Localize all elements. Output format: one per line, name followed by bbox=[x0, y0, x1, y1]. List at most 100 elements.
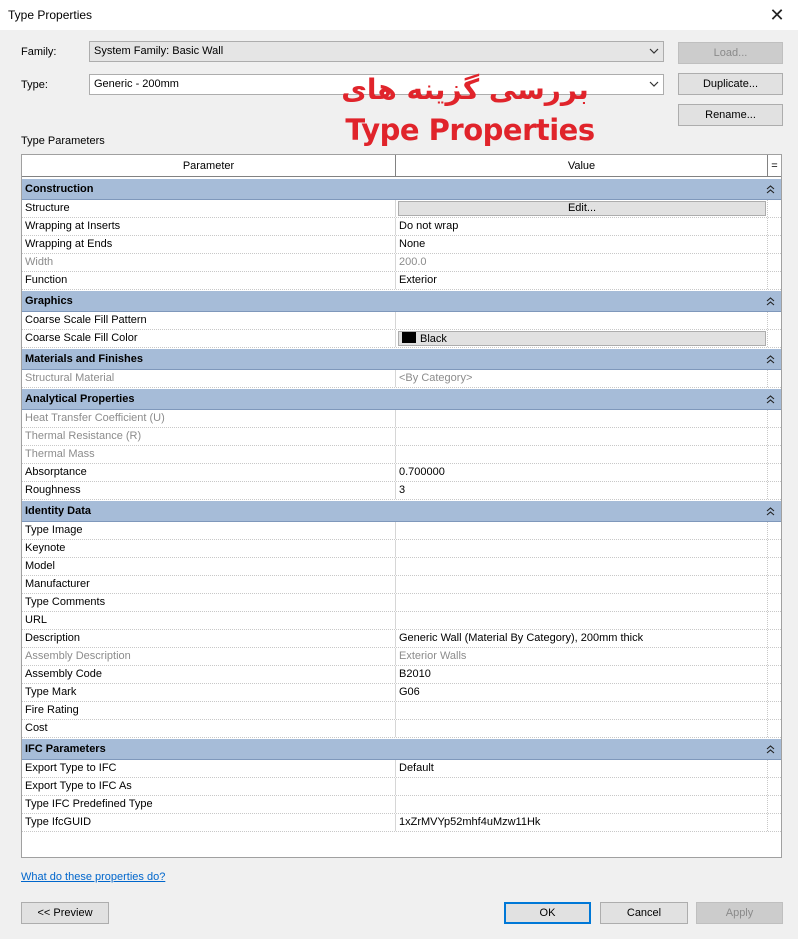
table-row[interactable]: Manufacturer bbox=[22, 576, 781, 594]
table-row[interactable]: Structure Edit... bbox=[22, 200, 781, 218]
parameter-value[interactable] bbox=[395, 612, 767, 629]
parameter-value[interactable]: 1xZrMVYp52mhf4uMzw11Hk bbox=[395, 814, 767, 831]
collapse-icon[interactable] bbox=[765, 389, 777, 410]
collapse-icon[interactable] bbox=[765, 291, 777, 312]
parameter-value[interactable] bbox=[395, 576, 767, 593]
table-row[interactable]: Width 200.0 bbox=[22, 254, 781, 272]
parameter-value[interactable]: None bbox=[395, 236, 767, 253]
parameter-value[interactable] bbox=[395, 778, 767, 795]
color-name: Black bbox=[420, 333, 447, 345]
parameter-name: Description bbox=[25, 632, 81, 644]
ok-button[interactable]: OK bbox=[504, 902, 591, 924]
table-row[interactable]: Export Type to IFC As bbox=[22, 778, 781, 796]
grid-header: Parameter Value = bbox=[22, 155, 781, 177]
parameter-value[interactable] bbox=[395, 558, 767, 575]
load-button[interactable]: Load... bbox=[678, 42, 783, 64]
group-header[interactable]: IFC Parameters bbox=[22, 738, 781, 760]
group-header[interactable]: Graphics bbox=[22, 290, 781, 312]
row-gutter bbox=[767, 330, 781, 347]
parameter-name: Function bbox=[25, 274, 68, 286]
parameter-value[interactable]: Edit... bbox=[395, 200, 767, 217]
color-picker-button[interactable]: Black bbox=[398, 331, 766, 346]
table-row[interactable]: Thermal Mass bbox=[22, 446, 781, 464]
parameter-value[interactable]: Exterior bbox=[395, 272, 767, 289]
cancel-button[interactable]: Cancel bbox=[600, 902, 688, 924]
table-row[interactable]: Model bbox=[22, 558, 781, 576]
table-row[interactable]: Structural Material <By Category> bbox=[22, 370, 781, 388]
collapse-icon[interactable] bbox=[765, 179, 777, 200]
apply-button[interactable]: Apply bbox=[696, 902, 783, 924]
table-row[interactable]: Type Comments bbox=[22, 594, 781, 612]
table-row[interactable]: Assembly Description Exterior Walls bbox=[22, 648, 781, 666]
table-row[interactable]: Fire Rating bbox=[22, 702, 781, 720]
group-header[interactable]: Construction bbox=[22, 178, 781, 200]
parameter-name: Heat Transfer Coefficient (U) bbox=[25, 412, 165, 424]
row-gutter bbox=[767, 684, 781, 701]
parameter-value[interactable] bbox=[395, 540, 767, 557]
table-row[interactable]: Export Type to IFC Default bbox=[22, 760, 781, 778]
parameter-value[interactable] bbox=[395, 312, 767, 329]
parameter-value[interactable] bbox=[395, 522, 767, 539]
overlay-title-persian: بررسی گزینه های bbox=[341, 73, 589, 106]
column-header-value[interactable]: Value bbox=[396, 155, 768, 177]
table-row[interactable]: Heat Transfer Coefficient (U) bbox=[22, 410, 781, 428]
table-row[interactable]: Absorptance 0.700000 bbox=[22, 464, 781, 482]
table-row[interactable]: Coarse Scale Fill Pattern bbox=[22, 312, 781, 330]
table-row[interactable]: Thermal Resistance (R) bbox=[22, 428, 781, 446]
group-label: IFC Parameters bbox=[25, 743, 106, 755]
table-row[interactable]: Type Image bbox=[22, 522, 781, 540]
parameter-value[interactable]: 3 bbox=[395, 482, 767, 499]
parameter-value[interactable]: Default bbox=[395, 760, 767, 777]
table-row[interactable]: Coarse Scale Fill Color Black bbox=[22, 330, 781, 348]
parameter-value[interactable] bbox=[395, 702, 767, 719]
group-header[interactable]: Identity Data bbox=[22, 500, 781, 522]
row-gutter bbox=[767, 522, 781, 539]
table-row[interactable]: Type IFC Predefined Type bbox=[22, 796, 781, 814]
parameter-value[interactable]: B2010 bbox=[395, 666, 767, 683]
row-gutter bbox=[767, 594, 781, 611]
table-row[interactable]: URL bbox=[22, 612, 781, 630]
collapse-icon[interactable] bbox=[765, 349, 777, 370]
table-row[interactable]: Roughness 3 bbox=[22, 482, 781, 500]
parameter-value bbox=[395, 428, 767, 445]
parameter-value[interactable] bbox=[395, 796, 767, 813]
row-gutter bbox=[767, 464, 781, 481]
table-row[interactable]: Wrapping at Inserts Do not wrap bbox=[22, 218, 781, 236]
table-row[interactable]: Description Generic Wall (Material By Cat… bbox=[22, 630, 781, 648]
rename-button[interactable]: Rename... bbox=[678, 104, 783, 126]
parameter-value[interactable]: Generic Wall (Material By Category), 200… bbox=[395, 630, 767, 647]
parameter-value bbox=[395, 410, 767, 427]
parameter-value[interactable]: Black bbox=[395, 330, 767, 347]
collapse-icon[interactable] bbox=[765, 501, 777, 522]
preview-button[interactable]: << Preview bbox=[21, 902, 109, 924]
parameter-name: Assembly Description bbox=[25, 650, 131, 662]
group-header[interactable]: Analytical Properties bbox=[22, 388, 781, 410]
column-header-parameter[interactable]: Parameter bbox=[22, 155, 396, 177]
family-dropdown[interactable]: System Family: Basic Wall bbox=[89, 41, 664, 62]
table-row[interactable]: Function Exterior bbox=[22, 272, 781, 290]
help-link[interactable]: What do these properties do? bbox=[21, 871, 165, 883]
parameter-value[interactable]: G06 bbox=[395, 684, 767, 701]
duplicate-button[interactable]: Duplicate... bbox=[678, 73, 783, 95]
parameter-value[interactable]: 0.700000 bbox=[395, 464, 767, 481]
group-header[interactable]: Materials and Finishes bbox=[22, 348, 781, 370]
parameter-value[interactable] bbox=[395, 720, 767, 737]
edit-structure-button[interactable]: Edit... bbox=[398, 201, 766, 216]
table-row[interactable]: Type IfcGUID 1xZrMVYp52mhf4uMzw11Hk bbox=[22, 814, 781, 832]
parameter-value: Exterior Walls bbox=[395, 648, 767, 665]
parameter-value[interactable]: Do not wrap bbox=[395, 218, 767, 235]
parameter-name: Manufacturer bbox=[25, 578, 90, 590]
parameter-value: 200.0 bbox=[395, 254, 767, 271]
parameter-value[interactable] bbox=[395, 594, 767, 611]
table-row[interactable]: Cost bbox=[22, 720, 781, 738]
table-row[interactable]: Keynote bbox=[22, 540, 781, 558]
table-row[interactable]: Wrapping at Ends None bbox=[22, 236, 781, 254]
row-gutter bbox=[767, 482, 781, 499]
row-gutter bbox=[767, 428, 781, 445]
table-row[interactable]: Assembly Code B2010 bbox=[22, 666, 781, 684]
table-row[interactable]: Type Mark G06 bbox=[22, 684, 781, 702]
collapse-icon[interactable] bbox=[765, 739, 777, 760]
column-toggle-button[interactable]: = bbox=[768, 155, 781, 177]
close-icon[interactable]: ✕ bbox=[762, 2, 792, 28]
parameter-name: Type Image bbox=[25, 524, 83, 536]
